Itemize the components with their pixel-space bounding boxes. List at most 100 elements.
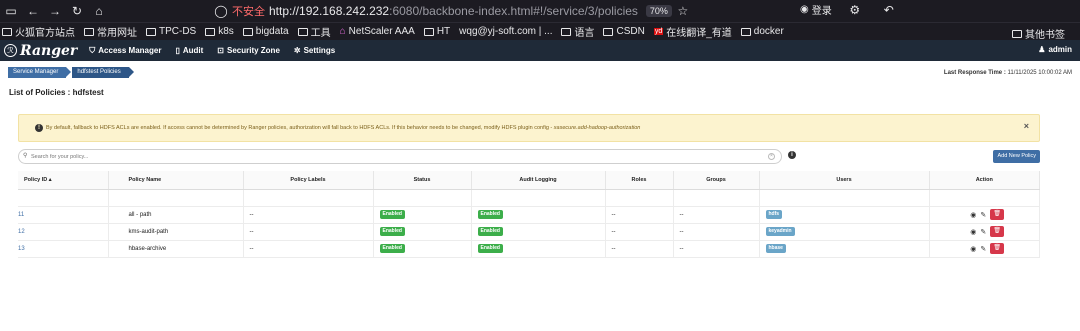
ranger-logo[interactable]: ℛ Ranger: [4, 43, 77, 59]
forward-icon[interactable]: →: [44, 4, 66, 18]
bookmark-item[interactable]: k8s: [205, 26, 234, 37]
info-icon: !: [35, 124, 43, 132]
breadcrumb: Service Manager hdfstest Policies: [8, 67, 135, 78]
search-info-icon[interactable]: i: [788, 151, 796, 159]
folder-icon: [423, 27, 434, 36]
bookmark-item[interactable]: yd 在线翻译_有道: [653, 24, 732, 39]
audit-cell: Enabled: [471, 206, 606, 224]
zoom-level[interactable]: 70%: [645, 5, 672, 17]
bookmark-item[interactable]: TPC-DS: [146, 26, 196, 37]
address-bar[interactable]: ◯ 不安全 http://192.168.242.232 :6080/backb…: [210, 2, 694, 20]
status-badge: Enabled: [379, 244, 405, 253]
view-icon[interactable]: ◉: [970, 245, 976, 253]
bookmark-star-icon[interactable]: ☆: [672, 4, 694, 18]
reload-icon[interactable]: ↻: [66, 4, 88, 18]
sidebar-toggle-icon[interactable]: ▭: [0, 4, 22, 18]
policy-labels: --: [243, 240, 374, 258]
gear-icon: ✲: [293, 46, 301, 55]
policies-table: Policy ID ▴ Policy Name Policy Labels St…: [18, 171, 1040, 258]
bookmark-item[interactable]: docker: [740, 26, 784, 37]
edit-icon[interactable]: ✎: [980, 211, 986, 219]
user-badge: hbase: [765, 244, 786, 253]
bookmark-item[interactable]: 常用网址: [84, 24, 137, 39]
bookmark-item[interactable]: wqg@yj-soft.com | ...: [459, 26, 552, 37]
search-input[interactable]: [31, 152, 751, 162]
nav-label: Settings: [303, 46, 336, 55]
other-bookmarks[interactable]: 其他书签: [1012, 26, 1065, 41]
home-icon[interactable]: ⌂: [88, 4, 110, 18]
folder-icon: [205, 27, 216, 36]
last-response-time: Last Response Time : 11/11/2025 10:00:02…: [944, 70, 1072, 76]
ranger-logo-icon: ℛ: [4, 44, 17, 57]
shield-icon: ⛉: [89, 45, 96, 55]
groups: --: [673, 240, 760, 258]
delete-icon[interactable]: 🗑: [990, 243, 1005, 254]
users-cell: keyadmin: [759, 223, 930, 241]
delete-icon[interactable]: 🗑: [990, 209, 1005, 220]
bookmark-label: docker: [753, 26, 784, 37]
table-header-row: Policy ID ▴ Policy Name Policy Labels St…: [18, 171, 1040, 190]
audit-cell: Enabled: [471, 240, 606, 258]
bookmark-label: 语言: [574, 28, 595, 39]
nav-audit[interactable]: ▯ Audit: [175, 46, 203, 55]
nav-settings[interactable]: ✲ Settings: [294, 46, 335, 55]
view-icon[interactable]: ◉: [970, 211, 976, 219]
col-status: Status: [373, 171, 472, 190]
page-title: List of Policies : hdfstest: [9, 88, 104, 97]
account-button[interactable]: ◉ 登录: [800, 2, 832, 17]
add-new-policy-button[interactable]: Add New Policy: [993, 150, 1040, 163]
bookmark-label: bigdata: [255, 26, 289, 37]
col-users: Users: [759, 171, 930, 190]
col-policy-id[interactable]: Policy ID ▴: [18, 171, 109, 190]
policy-id-link[interactable]: 12: [18, 223, 109, 241]
edit-icon[interactable]: ✎: [980, 228, 986, 236]
policy-name: hbase-archive: [108, 240, 244, 258]
roles: --: [605, 223, 674, 241]
bookmark-item[interactable]: HT: [423, 26, 451, 37]
nav-security-zone[interactable]: ⊡ Security Zone: [217, 46, 280, 55]
delete-icon[interactable]: 🗑: [990, 226, 1005, 237]
bookmark-item[interactable]: CSDN: [603, 26, 645, 37]
folder-icon: [561, 27, 572, 36]
search-icon: ⚲: [23, 153, 28, 159]
spacer-row: [18, 189, 1040, 207]
policy-search[interactable]: ⚲ ×: [18, 149, 782, 164]
policy-id-link[interactable]: 11: [18, 206, 109, 224]
col-action: Action: [929, 171, 1040, 190]
folder-icon: [146, 27, 156, 36]
bookmark-item[interactable]: ⌂ NetScaler AAA: [340, 26, 415, 37]
bookmark-label: 火狐官方站点: [15, 28, 75, 39]
policy-labels: --: [243, 206, 374, 224]
nav-access-manager[interactable]: ⛉ Access Manager: [89, 46, 161, 56]
breadcrumb-service-manager[interactable]: Service Manager: [8, 67, 72, 78]
close-icon[interactable]: ×: [1024, 121, 1029, 131]
bookmark-label: HT: [436, 26, 451, 37]
view-icon[interactable]: ◉: [970, 228, 976, 236]
alert-text: By default, fallback to HDFS ACLs are en…: [46, 125, 640, 131]
edit-icon[interactable]: ✎: [980, 245, 986, 253]
folder-icon: [242, 27, 253, 36]
table-row: 13 hbase-archive -- Enabled Enabled -- -…: [18, 240, 1040, 258]
user-menu[interactable]: ♟ admin: [1038, 45, 1072, 54]
user-badge: keyadmin: [765, 227, 795, 236]
roles: --: [605, 206, 674, 224]
bookmark-item[interactable]: 火狐官方站点: [2, 24, 75, 39]
status-cell: Enabled: [373, 206, 472, 224]
status-cell: Enabled: [373, 223, 472, 241]
policy-id-link[interactable]: 13: [18, 240, 109, 258]
bookmark-item[interactable]: 工具: [297, 24, 331, 39]
groups: --: [673, 206, 760, 224]
clear-search-icon[interactable]: ×: [768, 153, 775, 160]
bookmark-item[interactable]: 语言: [561, 24, 594, 39]
back-icon[interactable]: ←: [22, 4, 44, 18]
col-roles: Roles: [605, 171, 674, 190]
breadcrumb-policies[interactable]: hdfstest Policies: [72, 67, 135, 78]
insecure-warning[interactable]: 不安全: [232, 3, 265, 19]
extensions-icon[interactable]: ⚙: [844, 3, 866, 17]
nav-label: Security Zone: [226, 46, 280, 55]
browser-toolbar: ▭ ← → ↻ ⌂ ◯ 不安全 http://192.168.242.232 :…: [0, 0, 1080, 22]
bookmark-item[interactable]: bigdata: [242, 26, 289, 37]
undo-icon[interactable]: ↶: [878, 3, 900, 17]
url-host: http://192.168.242.232: [269, 4, 390, 18]
col-policy-name: Policy Name: [108, 171, 244, 190]
